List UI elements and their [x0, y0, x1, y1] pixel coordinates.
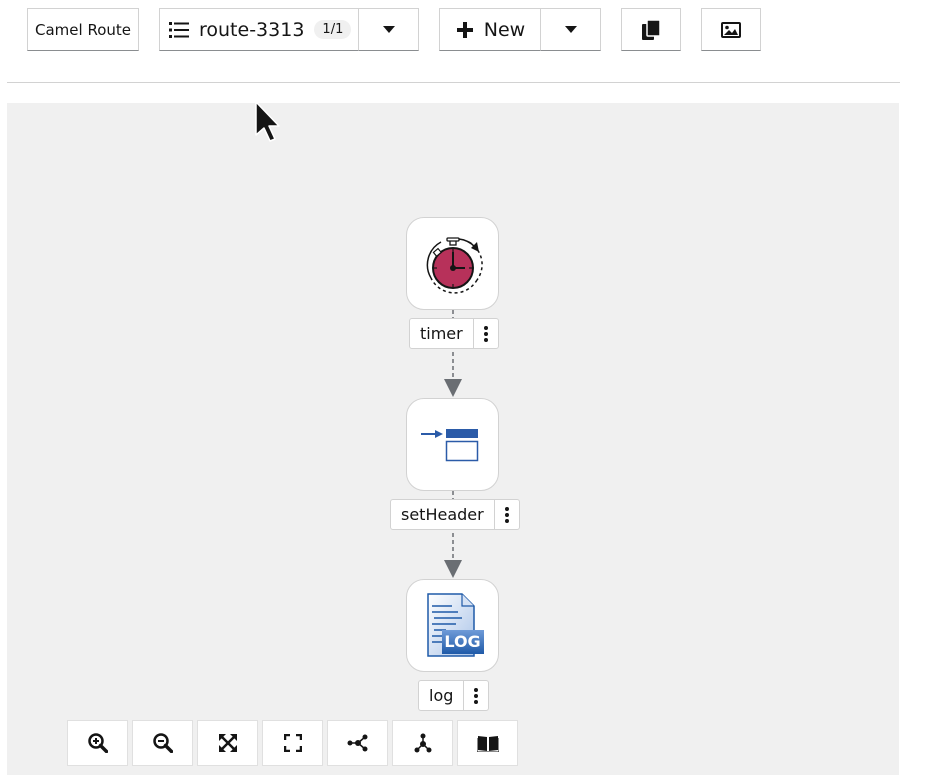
set-header-node[interactable]: [406, 398, 499, 491]
kebab-menu-icon[interactable]: [472, 319, 498, 348]
timer-icon: [417, 228, 489, 300]
node-label-text: timer: [420, 324, 463, 343]
node-label: setHeader: [390, 499, 520, 530]
zoom-out-icon: [152, 733, 173, 753]
fit-to-screen-button[interactable]: [197, 720, 258, 766]
zoom-in-icon: [87, 733, 108, 753]
timer-node[interactable]: [406, 217, 499, 310]
arrow-head: [444, 379, 462, 397]
zoom-in-button[interactable]: [67, 720, 128, 766]
horizontal-layout-icon: [347, 734, 369, 752]
mouse-cursor-icon: [255, 101, 280, 142]
node-label: log: [418, 680, 490, 711]
log-icon: LOG: [422, 592, 484, 660]
kebab-menu-icon[interactable]: [493, 500, 519, 529]
zoom-out-button[interactable]: [132, 720, 193, 766]
log-icon-text: LOG: [444, 631, 481, 651]
arrow-head: [444, 560, 462, 578]
log-node[interactable]: LOG: [406, 579, 499, 672]
reset-view-icon: [283, 734, 302, 752]
fit-to-screen-icon: [218, 734, 237, 752]
vertical-layout-icon: [413, 733, 433, 753]
legend-button[interactable]: [457, 720, 518, 766]
set-header-icon: [420, 425, 485, 465]
reset-view-button[interactable]: [262, 720, 323, 766]
horizontal-layout-button[interactable]: [327, 720, 388, 766]
node-label: timer: [409, 318, 499, 349]
legend-book-icon: [476, 734, 499, 752]
vertical-layout-button[interactable]: [392, 720, 453, 766]
node-label-text: log: [429, 686, 454, 705]
node-label-text: setHeader: [401, 505, 484, 524]
kebab-menu-icon[interactable]: [463, 681, 488, 710]
